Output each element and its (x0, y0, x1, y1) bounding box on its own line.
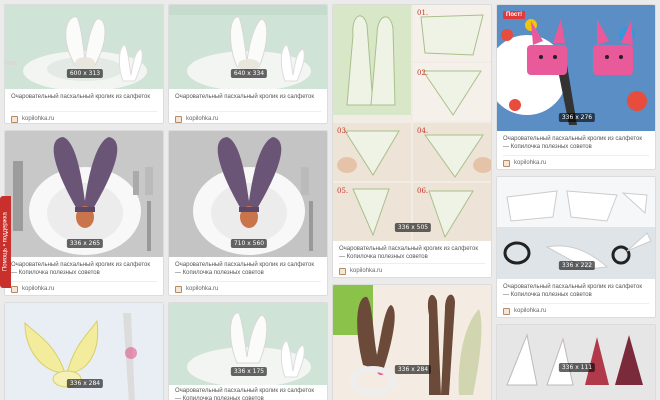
card-title[interactable]: Очаровательный пасхальный кролик из салф… (339, 245, 485, 261)
step-number: 04. (417, 127, 428, 135)
card-source[interactable]: kopilohka.ru (339, 263, 485, 275)
card-thumbnail[interactable]: Пост! 336 x 276 (497, 5, 655, 131)
card-thumbnail[interactable]: 600 x 313 (5, 5, 163, 89)
image-dimensions-badge: 336 x 276 (558, 113, 596, 122)
card-thumbnail[interactable]: 336 x 222 (497, 177, 655, 279)
image-card[interactable]: 600 x 313 Очаровательный пасхальный крол… (4, 4, 164, 124)
image-dimensions-badge: 710 x 560 (230, 239, 268, 248)
image-card[interactable]: 336 x 284 (4, 302, 164, 400)
step-number: 06. (417, 187, 428, 195)
card-source[interactable]: kopilohka.ru (175, 281, 321, 293)
image-dimensions-badge: 336 x 111 (558, 363, 596, 372)
image-card[interactable]: 336 x 265 Очаровательный пасхальный крол… (4, 130, 164, 296)
source-domain: kopilohka.ru (514, 160, 547, 166)
site-favicon-icon (11, 285, 18, 293)
card-thumbnail[interactable]: 336 x 175 (169, 303, 327, 385)
source-domain: kopilohka.ru (22, 286, 55, 292)
card-title[interactable]: Очаровательный пасхальный кролик из салф… (175, 387, 321, 400)
image-dimensions-badge: 336 x 284 (394, 365, 432, 374)
help-support-tab[interactable]: Помощь • поддержка (0, 196, 11, 288)
source-domain: kopilohka.ru (22, 116, 55, 122)
card-title[interactable]: Очаровательный пасхальный кролик из салф… (175, 93, 321, 101)
card-title[interactable]: Очаровательный пасхальный кролик из салф… (503, 135, 649, 151)
image-card[interactable]: 336 x 111 (496, 324, 656, 400)
step-number: 02. (417, 69, 428, 77)
site-favicon-icon (11, 115, 18, 123)
image-dimensions-badge: 336 x 505 (394, 223, 432, 232)
card-source[interactable]: kopilohka.ru (11, 111, 157, 123)
card-source[interactable]: kopilohka.ru (11, 281, 157, 293)
source-domain: kopilohka.ru (186, 116, 219, 122)
card-thumbnail[interactable]: 336 x 111 (497, 325, 655, 400)
site-favicon-icon (503, 159, 510, 167)
card-thumbnail[interactable]: 336 x 265 (5, 131, 163, 257)
card-source[interactable]: kopilohka.ru (175, 111, 321, 123)
image-card[interactable]: 640 x 334 Очаровательный пасхальный крол… (168, 4, 328, 124)
felt-bunny-napkin-rings-image (333, 285, 491, 400)
image-card[interactable]: Пост! 336 x 276 Очаровательный пасхальны… (496, 4, 656, 170)
site-favicon-icon (175, 285, 182, 293)
card-title[interactable]: Очаровательный пасхальный кролик из салф… (175, 261, 321, 277)
card-source[interactable]: kopilohka.ru (503, 155, 649, 167)
image-dimensions-badge: 336 x 175 (230, 367, 268, 376)
image-dimensions-badge: 336 x 284 (66, 379, 104, 388)
source-domain: kopilohka.ru (186, 286, 219, 292)
step-number: 01. (417, 9, 428, 17)
card-title[interactable]: Очаровательный пасхальный кролик из салф… (11, 261, 157, 277)
card-source[interactable]: kopilohka.ru (503, 303, 649, 315)
image-card[interactable]: 336 x 175 Очаровательный пасхальный крол… (168, 302, 328, 400)
image-dimensions-badge: 600 x 313 (66, 69, 104, 78)
step-number: 05. (337, 187, 348, 195)
site-favicon-icon (175, 115, 182, 123)
card-title[interactable]: Очаровательный пасхальный кролик из салф… (11, 93, 157, 101)
card-thumbnail[interactable]: 710 x 560 (169, 131, 327, 257)
napkin-folding-steps-image: 01. 02. 03. 04. 05. 06. (333, 5, 491, 241)
card-thumbnail[interactable]: 336 x 284 (333, 285, 491, 400)
new-post-badge: Пост! (503, 11, 526, 19)
image-card[interactable]: 710 x 560 Очаровательный пасхальный крол… (168, 130, 328, 296)
card-thumbnail[interactable]: 640 x 334 (169, 5, 327, 89)
card-thumbnail[interactable]: 336 x 284 (5, 303, 163, 400)
image-card[interactable]: 336 x 222 Очаровательный пасхальный крол… (496, 176, 656, 318)
site-favicon-icon (503, 307, 510, 315)
image-card[interactable]: 336 x 284 (332, 284, 492, 400)
card-title[interactable]: Очаровательный пасхальный кролик из салф… (503, 283, 649, 299)
site-favicon-icon (339, 267, 346, 275)
image-card[interactable]: 01. 02. 03. 04. 05. 06. 336 x 505 Очаров… (332, 4, 492, 278)
image-dimensions-badge: 336 x 265 (66, 239, 104, 248)
image-dimensions-badge: 640 x 334 (230, 69, 268, 78)
image-dimensions-badge: 336 x 222 (558, 261, 596, 270)
source-domain: kopilohka.ru (514, 308, 547, 314)
source-domain: kopilohka.ru (350, 268, 383, 274)
card-thumbnail[interactable]: 01. 02. 03. 04. 05. 06. 336 x 505 (333, 5, 491, 241)
step-number: 03. (337, 127, 348, 135)
